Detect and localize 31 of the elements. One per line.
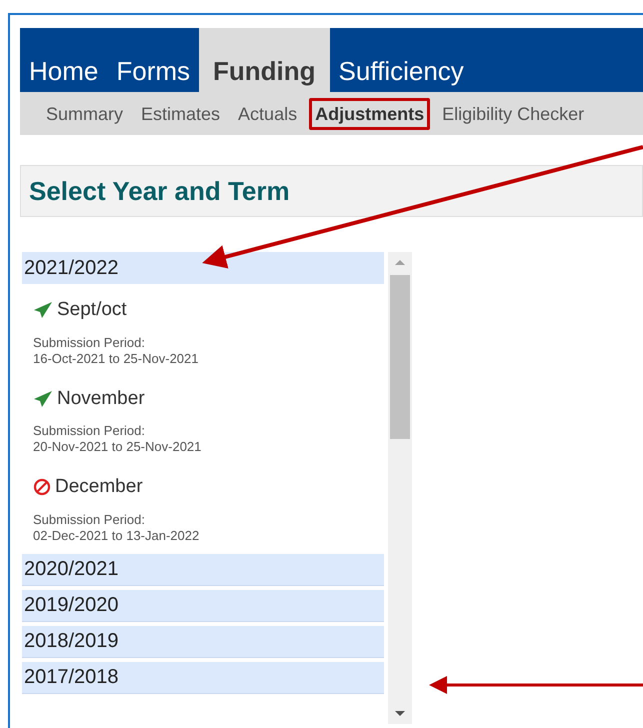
nav-tab[interactable]: Funding [199, 28, 330, 92]
year-item[interactable]: 2018/2019 [22, 626, 384, 658]
period-dates: 20-Nov-2021 to 25-Nov-2021 [33, 439, 202, 455]
paper-plane-icon [33, 390, 53, 408]
year-item[interactable]: 2019/2020 [22, 590, 384, 622]
subnav-tab[interactable]: Summary [40, 98, 130, 130]
term-name[interactable]: November [57, 384, 145, 413]
term-name[interactable]: Sept/oct [57, 296, 127, 324]
period-label: Submission Period: [33, 423, 146, 439]
term-name[interactable]: December [55, 473, 143, 502]
year-item[interactable]: 2021/2022 [22, 252, 384, 284]
scrollbar-thumb[interactable] [390, 275, 410, 439]
year-item[interactable]: 2017/2018 [22, 662, 384, 694]
nav-tab[interactable]: Sufficiency [330, 28, 473, 92]
subnav-tab[interactable]: Actuals [232, 98, 304, 130]
period-dates: 16-Oct-2021 to 25-Nov-2021 [33, 350, 200, 366]
scroll-down-icon[interactable] [395, 711, 405, 716]
subnav-tab[interactable]: Eligibility Checker [436, 98, 590, 130]
paper-plane-icon [33, 301, 53, 320]
period-label: Submission Period: [33, 334, 146, 350]
prohibited-icon [33, 478, 51, 496]
subnav-tab[interactable]: Estimates [135, 98, 226, 130]
scrollbar[interactable] [388, 252, 412, 724]
scroll-up-icon[interactable] [395, 260, 405, 265]
nav-tab[interactable]: Forms [107, 28, 200, 92]
nav-tab[interactable]: Home [20, 28, 108, 92]
subnav-tab[interactable]: Adjustments [309, 98, 430, 130]
period-label: Submission Period: [33, 512, 146, 528]
year-item[interactable]: 2020/2021 [22, 554, 384, 586]
period-dates: 02-Dec-2021 to 13-Jan-2022 [33, 528, 200, 544]
panel-title: Select Year and Term [29, 174, 290, 208]
